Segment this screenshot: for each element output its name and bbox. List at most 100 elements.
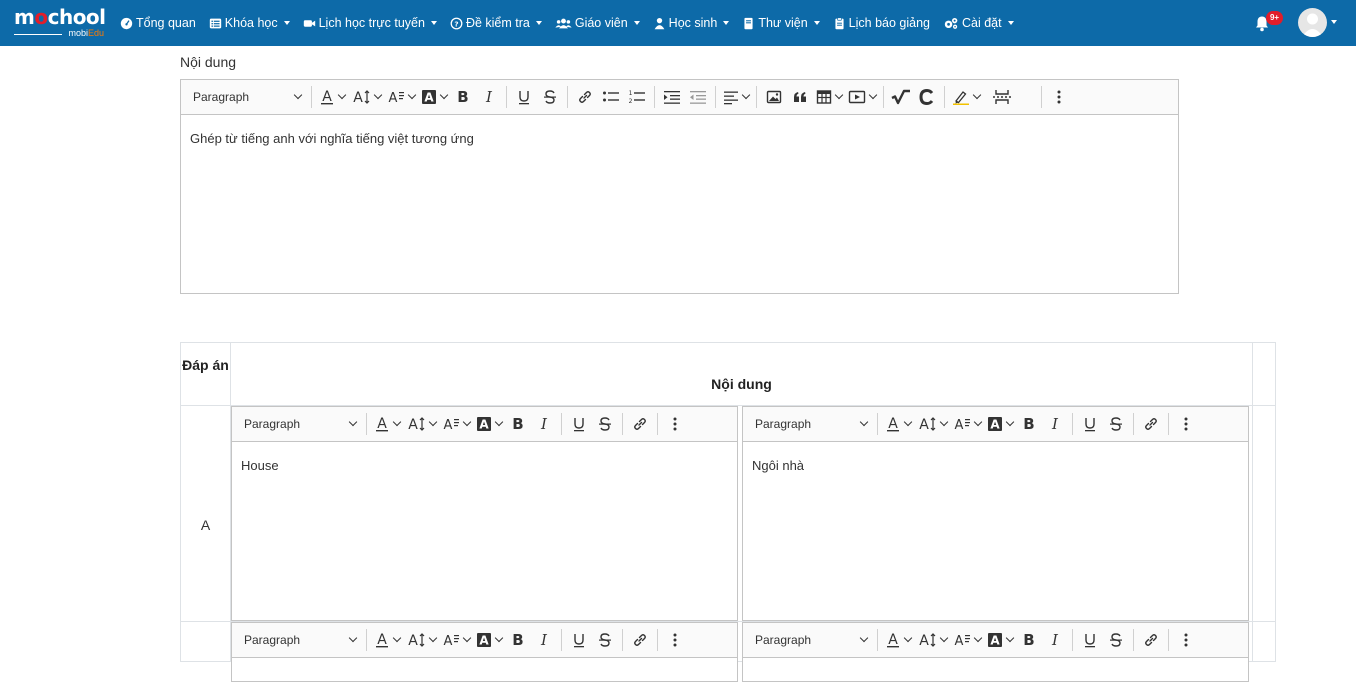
font-size-button[interactable]: A	[403, 627, 439, 653]
answer-editor-content[interactable]: House	[232, 442, 737, 489]
insert-media-button[interactable]	[845, 84, 879, 110]
link-button[interactable]	[627, 411, 653, 437]
bold-button[interactable]: B	[1016, 411, 1042, 437]
font-color-button[interactable]: A	[316, 84, 348, 110]
question-editor[interactable]: Paragraph A A A A B I 12 Ghép từ tiếng a…	[180, 79, 1179, 294]
link-button[interactable]	[572, 84, 598, 110]
font-family-button[interactable]: A	[384, 84, 418, 110]
underline-button[interactable]	[1077, 411, 1103, 437]
nav-item-hoc-sinh[interactable]: Học sinh	[653, 16, 730, 30]
font-background-color-button[interactable]: A	[984, 627, 1016, 653]
font-family-button[interactable]: A	[950, 411, 984, 437]
insert-image-button[interactable]	[761, 84, 787, 110]
caret-down-icon	[283, 21, 290, 25]
answer-a-right-editor[interactable]: Paragraph A A A A B I Ngôi nhà	[742, 406, 1249, 621]
bold-button[interactable]: B	[505, 627, 531, 653]
font-size-button[interactable]: A	[914, 411, 950, 437]
link-button[interactable]	[627, 627, 653, 653]
svg-text:A: A	[322, 89, 332, 105]
strikethrough-button[interactable]	[592, 411, 618, 437]
indent-button[interactable]	[659, 84, 685, 110]
nav-item-lich-hoc-truc-tuyen[interactable]: Lịch học trực tuyến	[303, 16, 437, 30]
font-background-color-button[interactable]: A	[984, 411, 1016, 437]
font-color-button[interactable]: A	[371, 411, 403, 437]
answer-editor-toolbar: Paragraph A A A A B I	[232, 407, 737, 442]
bold-button[interactable]: B	[505, 411, 531, 437]
strikethrough-button[interactable]	[592, 627, 618, 653]
svg-text:I: I	[1051, 416, 1059, 432]
outdent-button[interactable]	[685, 84, 711, 110]
paragraph-style-dropdown[interactable]: Paragraph	[187, 84, 307, 110]
paragraph-style-dropdown[interactable]: Paragraph	[238, 627, 362, 653]
insert-table-button[interactable]	[813, 84, 845, 110]
link-button[interactable]	[1138, 411, 1164, 437]
nav-item-tong-quan[interactable]: Tổng quan	[120, 16, 196, 30]
nav-item-cai-dat[interactable]: Cài đặt	[943, 16, 1014, 30]
strikethrough-button[interactable]	[1103, 411, 1129, 437]
text-alignment-button[interactable]	[720, 84, 752, 110]
strikethrough-button[interactable]	[537, 84, 563, 110]
underline-button[interactable]	[566, 411, 592, 437]
answer-b-right-editor[interactable]: Paragraph A A A A B I	[742, 622, 1249, 682]
more-options-button[interactable]	[1046, 84, 1072, 110]
font-color-button[interactable]: A	[882, 627, 914, 653]
answer-editor-content[interactable]	[232, 658, 737, 690]
font-family-button[interactable]: A	[439, 411, 473, 437]
chevron-down-icon	[293, 90, 303, 100]
italic-button[interactable]: I	[531, 627, 557, 653]
nav-item-de-kiem-tra[interactable]: ? Đề kiểm tra	[450, 16, 542, 30]
italic-button[interactable]: I	[476, 84, 502, 110]
more-options-button[interactable]	[1173, 627, 1199, 653]
chevron-down-icon	[939, 417, 949, 427]
bold-button[interactable]: B	[1016, 627, 1042, 653]
answer-b-left-editor[interactable]: Paragraph A A A A B I	[231, 622, 738, 682]
svg-text:B: B	[1023, 632, 1034, 648]
paragraph-style-value: Paragraph	[755, 633, 812, 647]
nav-item-lich-bao-giang[interactable]: Lịch báo giảng	[833, 16, 930, 30]
math-equation-button[interactable]	[888, 84, 914, 110]
answer-editor-content[interactable]: Ngôi nhà	[743, 442, 1248, 489]
underline-button[interactable]	[511, 84, 537, 110]
more-options-button[interactable]	[662, 411, 688, 437]
page-break-button[interactable]	[989, 84, 1015, 110]
font-size-button[interactable]: A	[403, 411, 439, 437]
font-family-button[interactable]: A	[439, 627, 473, 653]
italic-button[interactable]: I	[1042, 627, 1068, 653]
italic-button[interactable]: I	[531, 411, 557, 437]
link-button[interactable]	[1138, 627, 1164, 653]
font-color-button[interactable]: A	[882, 411, 914, 437]
logo[interactable]: mochool mobiEdu	[14, 7, 106, 39]
more-options-button[interactable]	[1173, 411, 1199, 437]
avatar[interactable]	[1298, 8, 1327, 37]
paragraph-style-dropdown[interactable]: Paragraph	[749, 411, 873, 437]
font-background-color-button[interactable]: A	[418, 84, 450, 110]
highlight-button[interactable]	[949, 84, 983, 110]
font-size-button[interactable]: A	[348, 84, 384, 110]
question-editor-content[interactable]: Ghép từ tiếng anh với nghĩa tiếng việt t…	[181, 115, 1178, 162]
font-background-color-button[interactable]: A	[473, 627, 505, 653]
chemistry-formula-button[interactable]	[914, 84, 940, 110]
bold-button[interactable]: B	[450, 84, 476, 110]
underline-button[interactable]	[1077, 627, 1103, 653]
underline-button[interactable]	[566, 627, 592, 653]
numbered-list-button[interactable]: 12	[624, 84, 650, 110]
avatar-caret-icon[interactable]	[1331, 20, 1337, 24]
italic-button[interactable]: I	[1042, 411, 1068, 437]
nav-item-thu-vien[interactable]: Thư viện	[742, 16, 820, 30]
strikethrough-button[interactable]	[1103, 627, 1129, 653]
paragraph-style-dropdown[interactable]: Paragraph	[749, 627, 873, 653]
bulleted-list-button[interactable]	[598, 84, 624, 110]
paragraph-style-dropdown[interactable]: Paragraph	[238, 411, 362, 437]
answer-editor-content[interactable]	[743, 658, 1248, 690]
block-quote-button[interactable]	[787, 84, 813, 110]
nav-item-giao-vien[interactable]: Giáo viên	[555, 16, 640, 30]
font-family-button[interactable]: A	[950, 627, 984, 653]
answer-a-left-editor[interactable]: Paragraph A A A A B I House	[231, 406, 738, 621]
nav-item-khoa-hoc[interactable]: Khóa học	[209, 16, 290, 30]
font-background-color-button[interactable]: A	[473, 411, 505, 437]
more-vertical-icon	[1184, 417, 1188, 431]
font-color-icon: A	[887, 416, 899, 432]
font-size-button[interactable]: A	[914, 627, 950, 653]
font-color-button[interactable]: A	[371, 627, 403, 653]
more-options-button[interactable]	[662, 627, 688, 653]
